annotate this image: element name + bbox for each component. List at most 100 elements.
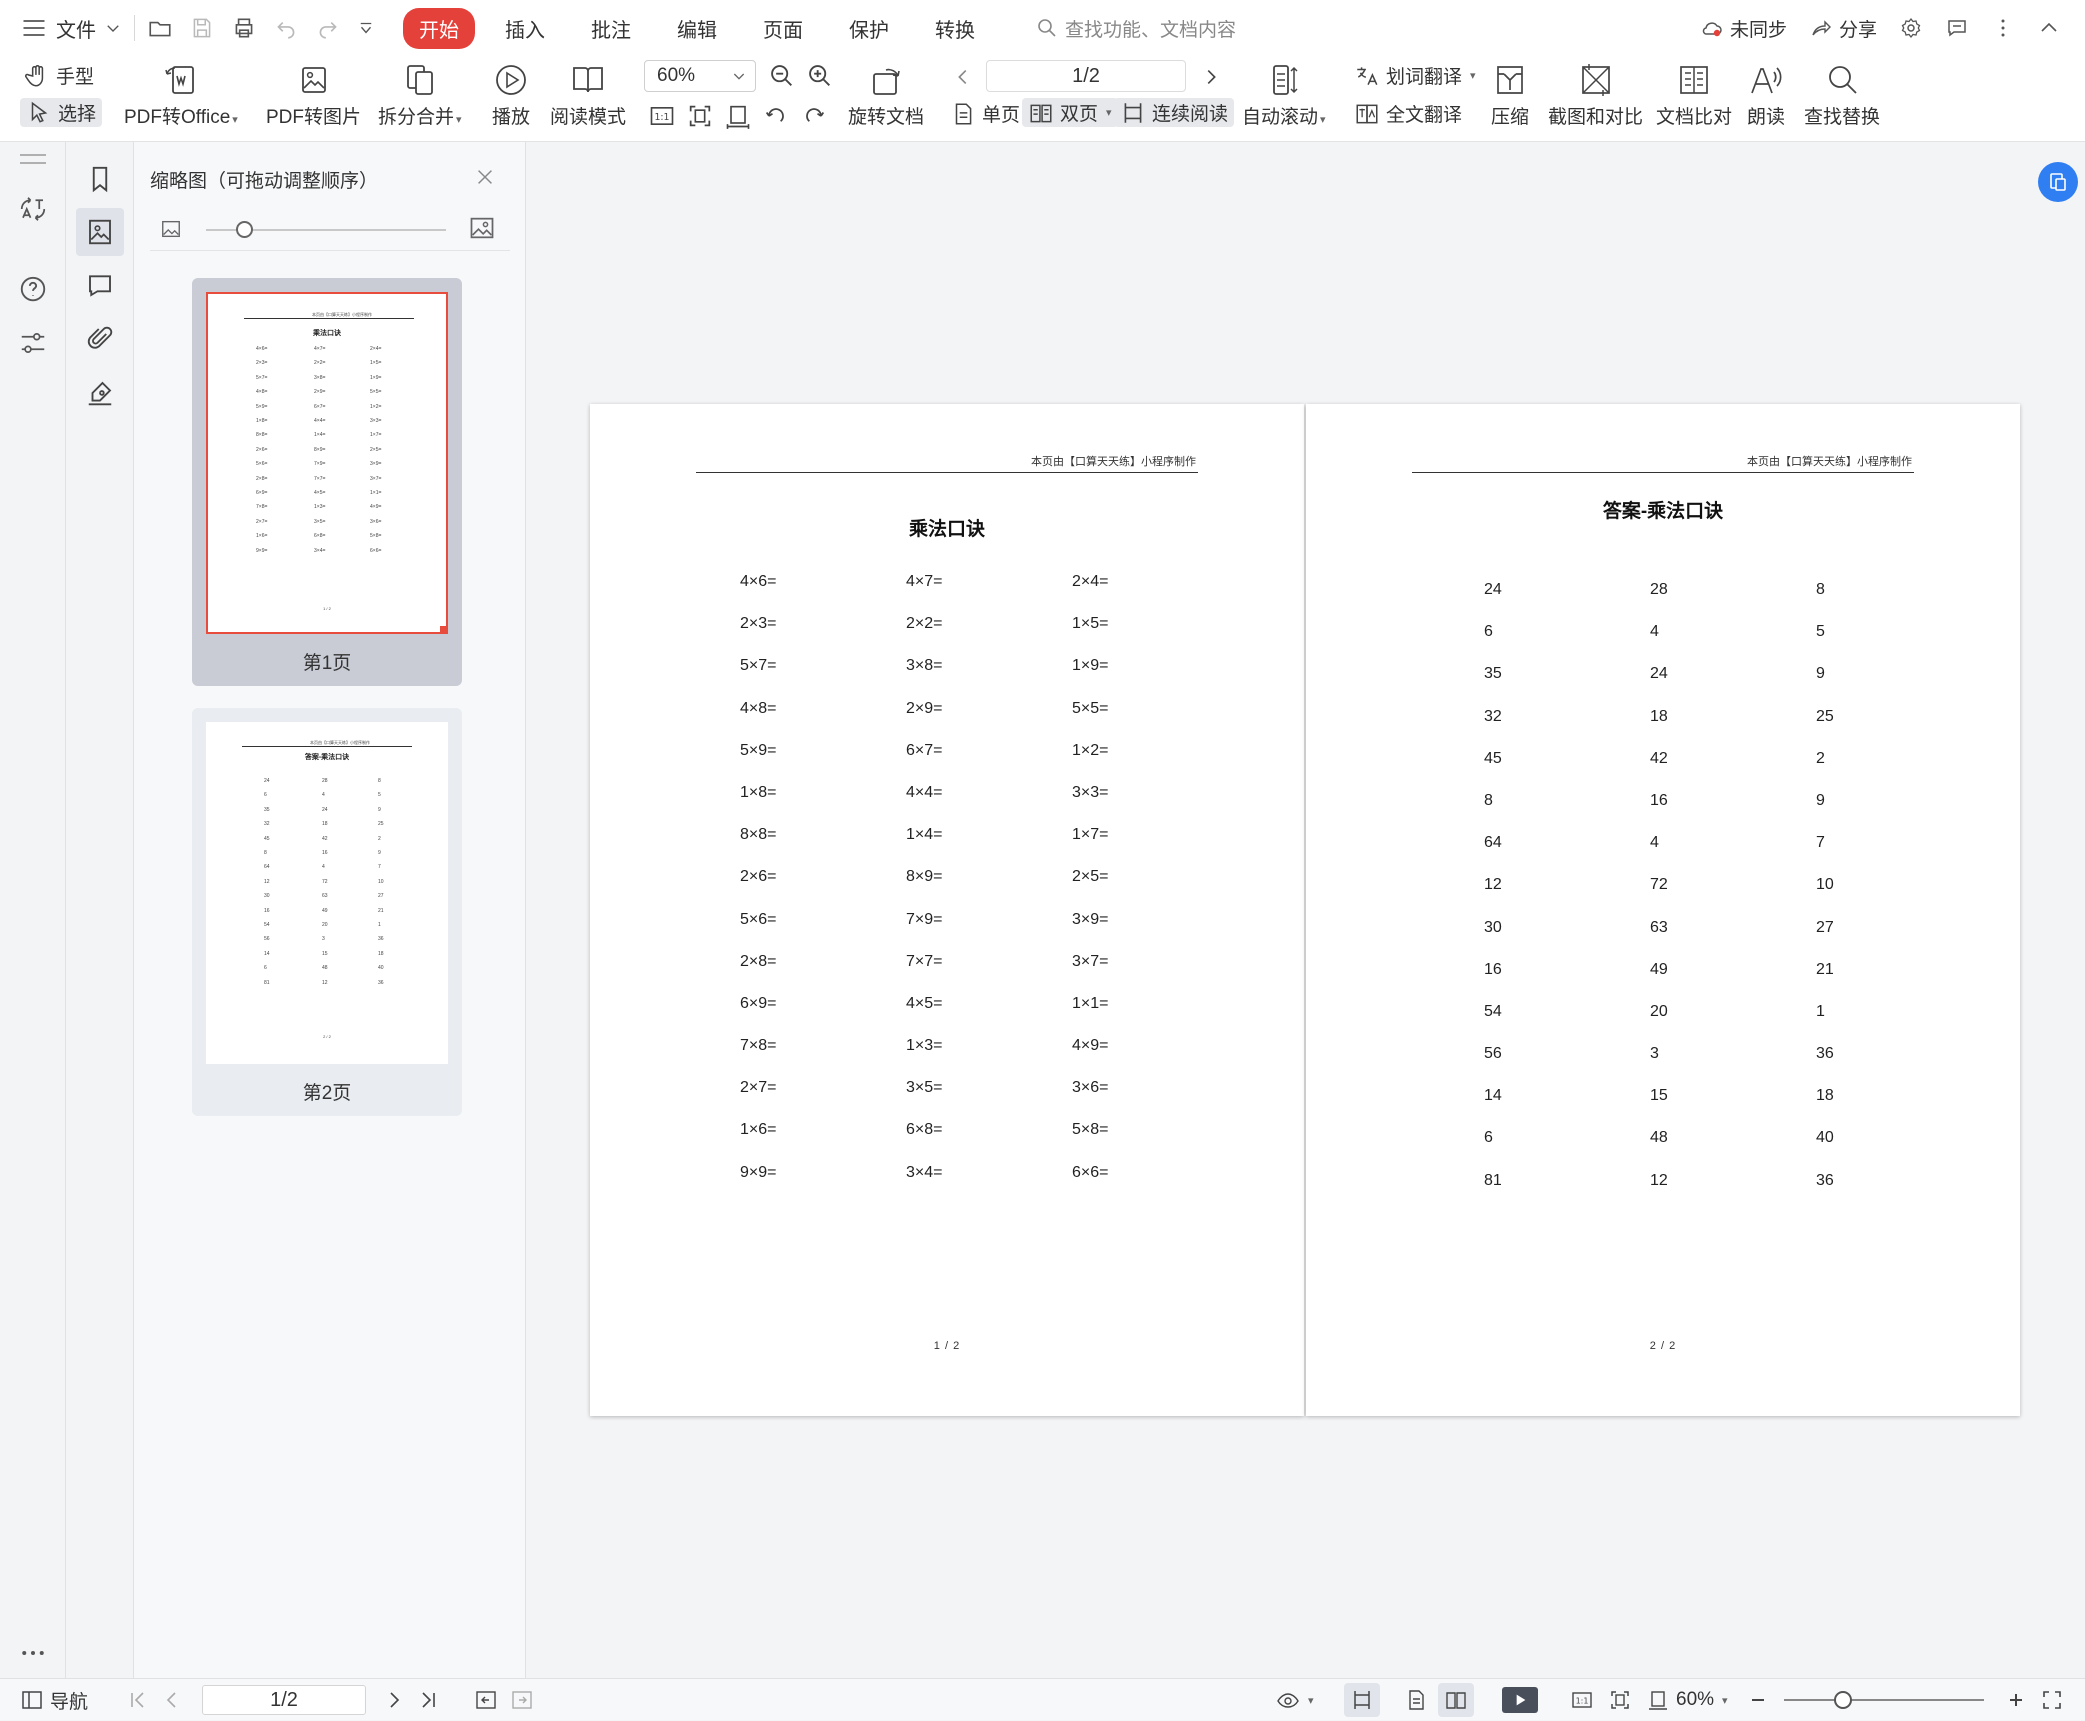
status-page-input[interactable]: 1/2	[202, 1685, 366, 1715]
thumbnail-page-2[interactable]: 本页由【口算天天练】小程序制作 答案-乘法口诀 24 6 35 32 45 8 64 12 30…	[192, 708, 462, 1116]
word-translate-button[interactable]: 划词翻译 ▾	[1354, 62, 1476, 89]
fit-width-icon[interactable]	[724, 102, 752, 130]
read-mode-button[interactable]: 阅读模式	[550, 60, 626, 129]
close-icon[interactable]	[474, 166, 496, 188]
settings-icon[interactable]	[1899, 16, 1923, 40]
tab-protect[interactable]: 保护	[833, 8, 905, 49]
play-button[interactable]: 播放	[491, 60, 531, 129]
previous-page-button[interactable]	[160, 1679, 184, 1721]
tab-home[interactable]: 开始	[403, 7, 475, 49]
zoom-select-status[interactable]: 60% ▾	[1646, 1679, 1728, 1721]
zoom-in-icon[interactable]	[806, 62, 834, 90]
compress-button[interactable]: 压缩	[1490, 60, 1530, 129]
continuous-read-button[interactable]: 连续阅读	[1114, 98, 1235, 127]
rotate-right-icon[interactable]	[800, 102, 828, 130]
previous-page-icon[interactable]	[952, 66, 974, 88]
full-translate-button[interactable]: 全文翻译	[1354, 100, 1462, 127]
question-item: 1×9=	[1072, 657, 1109, 675]
double-page-button[interactable]: 双页 ▾	[1022, 98, 1118, 127]
zoom-slider-handle[interactable]	[1834, 1691, 1852, 1709]
collapse-ribbon-icon[interactable]	[2037, 16, 2061, 40]
last-page-button[interactable]	[416, 1679, 440, 1721]
select-tool-button[interactable]: 选择	[20, 98, 103, 127]
thumbnail-page-1[interactable]: 本页由【口算天天练】小程序制作 乘法口诀 4×6= 2×3= 5×7= 4×8= 5×9…	[192, 278, 462, 686]
pdf-to-image-button[interactable]: PDF转图片	[266, 60, 361, 129]
zoom-in-button[interactable]	[2004, 1679, 2028, 1721]
actual-size-icon[interactable]: 1:1	[648, 102, 676, 130]
page-header-text: 本页由【口算天天练】小程序制作	[1031, 456, 1196, 468]
tab-insert[interactable]: 插入	[489, 8, 561, 49]
zoom-out-icon[interactable]	[768, 62, 796, 90]
customize-toolbar-icon[interactable]	[357, 19, 375, 37]
pdf-to-image-icon	[294, 60, 334, 100]
tab-comment[interactable]: 批注	[575, 8, 647, 49]
more-horizontal-icon[interactable]	[18, 1638, 48, 1668]
eye-protection-button[interactable]: ▾	[1276, 1679, 1314, 1721]
thumb-item: 4×6=	[256, 346, 268, 352]
tab-page[interactable]: 页面	[747, 8, 819, 49]
next-page-button[interactable]	[382, 1679, 406, 1721]
collapse-bar-icon[interactable]	[18, 152, 48, 166]
hand-tool-button[interactable]: 手型	[24, 62, 94, 89]
zoom-out-button[interactable]	[1746, 1679, 1770, 1721]
thumbnail-icon[interactable]	[85, 217, 115, 247]
floating-convert-button[interactable]	[2038, 162, 2078, 202]
split-merge-button[interactable]: 拆分合并 ▾	[378, 60, 462, 129]
undo-icon[interactable]	[273, 15, 299, 41]
save-icon[interactable]	[189, 15, 215, 41]
share-button[interactable]: 分享	[1809, 15, 1877, 42]
single-page-button[interactable]: 单页	[950, 100, 1020, 127]
first-page-button[interactable]	[126, 1679, 150, 1721]
zoom-slider[interactable]	[1784, 1699, 1984, 1701]
adjust-icon[interactable]	[18, 328, 48, 358]
pdf-to-office-button[interactable]: PDF转Office ▾	[124, 60, 238, 129]
double-page-icon	[1444, 1688, 1468, 1712]
play-slideshow-button[interactable]	[1502, 1679, 1538, 1721]
single-view-button[interactable]	[1404, 1679, 1428, 1721]
help-icon[interactable]	[18, 274, 48, 304]
continuous-view-button[interactable]	[1344, 1683, 1380, 1717]
signature-icon[interactable]	[85, 378, 115, 408]
document-compare-button[interactable]: 文档比对	[1656, 60, 1732, 129]
print-icon[interactable]	[231, 15, 257, 41]
document-viewport[interactable]: 本页由【口算天天练】小程序制作 乘法口诀 4×6= 2×3= 5×7= 4×8= 5×9…	[526, 142, 2085, 1678]
fit-page-icon[interactable]	[686, 102, 714, 130]
search-input[interactable]: 查找功能、文档内容	[1035, 15, 1236, 42]
open-folder-icon[interactable]	[147, 15, 173, 41]
image-large-icon[interactable]	[468, 214, 496, 242]
page-header-text: 本页由【口算天天练】小程序制作	[1747, 456, 1912, 468]
tab-edit[interactable]: 编辑	[661, 8, 733, 49]
rotate-left-icon[interactable]	[762, 102, 790, 130]
redo-icon[interactable]	[315, 15, 341, 41]
back-button[interactable]	[474, 1679, 498, 1721]
thumb-item: 4	[322, 792, 325, 799]
translate-icon[interactable]	[18, 194, 48, 224]
find-replace-button[interactable]: 查找替换	[1804, 60, 1880, 129]
page-number-input[interactable]: 1/2	[986, 60, 1186, 92]
more-vertical-icon[interactable]	[1991, 16, 2015, 40]
thumb-item: 56	[264, 936, 270, 943]
auto-scroll-button[interactable]: 自动滚动 ▾	[1242, 60, 1326, 129]
bookmark-icon[interactable]	[85, 164, 115, 194]
thumb-item: 1×5=	[370, 360, 382, 367]
sync-button[interactable]: 未同步	[1700, 15, 1787, 42]
file-menu[interactable]: 文件	[20, 14, 122, 43]
rotate-document-button[interactable]: 旋转文档	[848, 60, 924, 129]
screenshot-compare-button[interactable]: 截图和对比	[1548, 60, 1643, 129]
comment-icon[interactable]	[85, 270, 115, 300]
zoom-select[interactable]: 60%	[644, 60, 756, 92]
thumbnail-size-slider-handle[interactable]	[236, 221, 253, 238]
navigation-toggle[interactable]: 导航	[20, 1679, 88, 1721]
forward-button[interactable]	[510, 1679, 534, 1721]
tab-convert[interactable]: 转换	[919, 8, 991, 49]
fullscreen-button[interactable]	[2040, 1679, 2064, 1721]
read-aloud-button[interactable]: 朗读	[1746, 60, 1786, 129]
image-small-icon[interactable]	[160, 218, 182, 240]
attachment-icon[interactable]	[85, 324, 115, 354]
share-label: 分享	[1838, 19, 1877, 41]
double-view-button[interactable]	[1438, 1683, 1474, 1717]
actual-size-button[interactable]: 1:1	[1570, 1679, 1594, 1721]
next-page-icon[interactable]	[1200, 66, 1222, 88]
fit-page-button[interactable]	[1608, 1679, 1632, 1721]
feedback-icon[interactable]	[1945, 16, 1969, 40]
